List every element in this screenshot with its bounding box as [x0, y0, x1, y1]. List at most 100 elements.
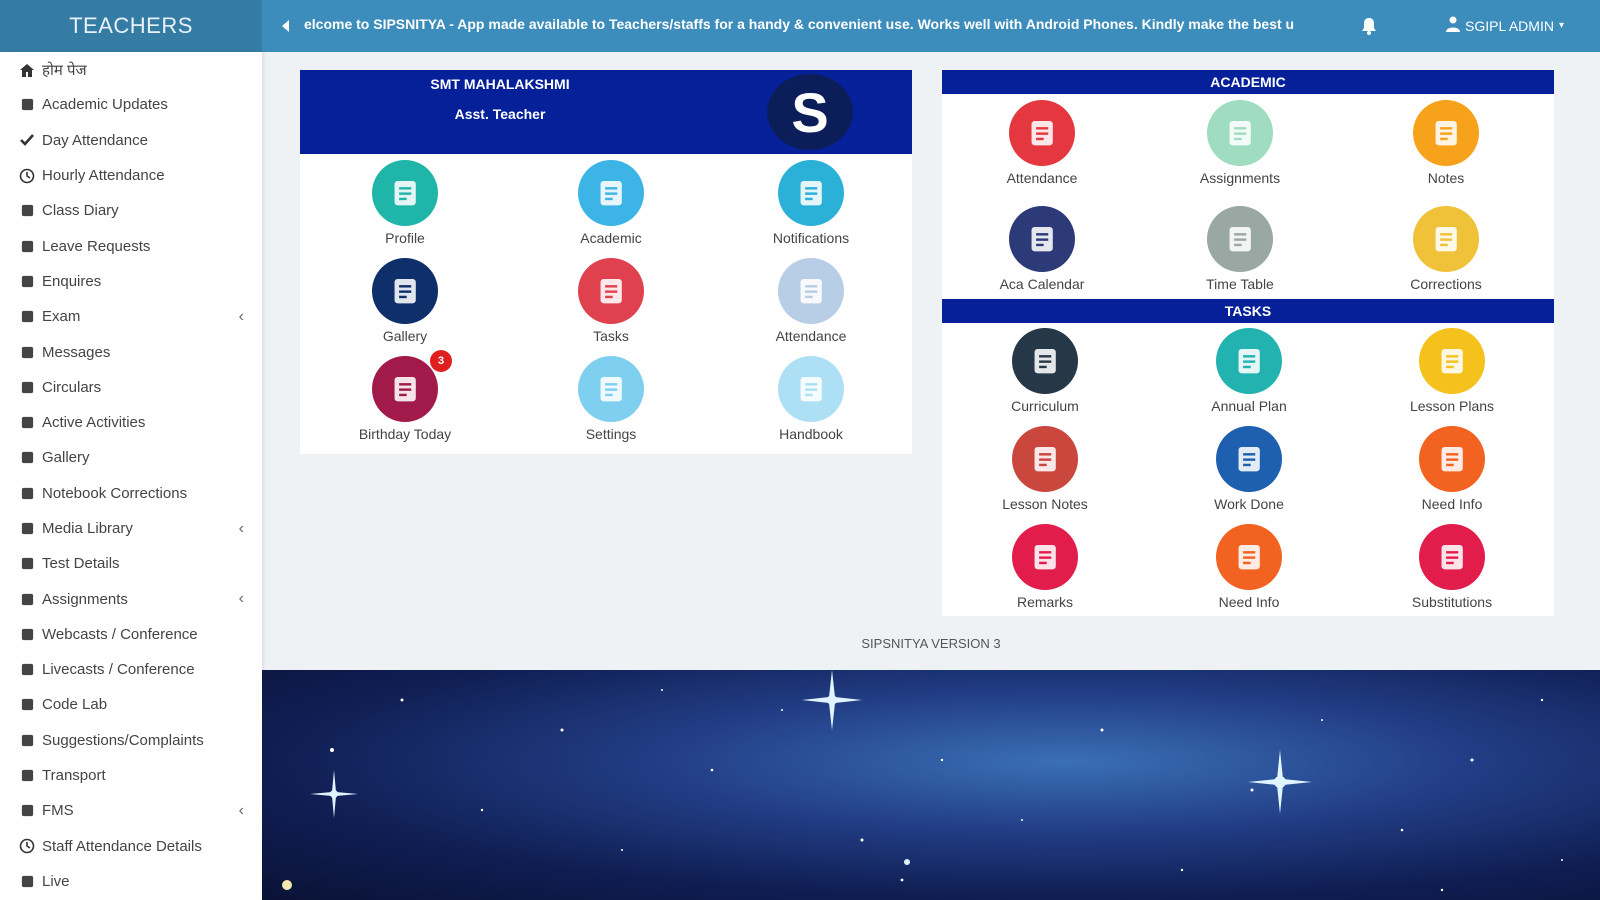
tasks-section-title: TASKS [942, 299, 1554, 323]
sidebar-item-17[interactable]: Livecasts / Conference [0, 652, 262, 687]
bell-icon[interactable] [1360, 16, 1382, 38]
sidebar-item-5[interactable]: Leave Requests [0, 228, 262, 263]
chevron-left-icon: ‹ [238, 801, 244, 819]
tile-icon [1216, 524, 1282, 590]
tile-label: Aca Calendar [999, 276, 1085, 292]
teacher-role: Asst. Teacher [454, 106, 546, 122]
tile-label: Notifications [772, 230, 850, 246]
user-tie-icon [18, 590, 36, 608]
tile-birthday-today[interactable]: 3 Birthday Today [320, 350, 490, 442]
sidebar-item-label: Leave Requests [42, 237, 151, 255]
tile-icon [1012, 328, 1078, 394]
sidebar-item-22[interactable]: Staff Attendance Details [0, 829, 262, 864]
sidebar-item-12[interactable]: Notebook Corrections [0, 476, 262, 511]
sidebar-item-label: Active Activities [42, 414, 146, 432]
tile-label: Lesson Notes [1002, 496, 1088, 512]
sidebar-item-1[interactable]: Academic Updates [0, 87, 262, 122]
sidebar-item-3[interactable]: Hourly Attendance [0, 158, 262, 193]
tile-need-info[interactable]: Need Info [1164, 524, 1334, 610]
tile-substitutions[interactable]: Substitutions [1367, 524, 1537, 610]
sidebar-item-label: Code Lab [42, 696, 108, 714]
link-icon [18, 802, 36, 820]
academic-section-title: ACADEMIC [942, 70, 1554, 94]
tile-label: Time Table [1206, 276, 1274, 292]
tile-aca-calendar[interactable]: Aca Calendar [957, 206, 1127, 292]
sidebar-item-13[interactable]: Media Library ‹ [0, 511, 262, 546]
sidebar-item-10[interactable]: Active Activities [0, 405, 262, 440]
tile-gallery[interactable]: Gallery [320, 258, 490, 344]
user-icon [1446, 16, 1460, 35]
chevron-left-icon: ‹ [238, 590, 244, 608]
tile-assignments[interactable]: Assignments [1155, 100, 1325, 186]
teacher-name: SMT MAHALAKSHMI [430, 76, 570, 92]
tile-need-info[interactable]: Need Info [1367, 426, 1537, 512]
tile-settings[interactable]: Settings [526, 356, 696, 442]
sidebar-item-6[interactable]: Enquires [0, 264, 262, 299]
sidebar-item-9[interactable]: Circulars [0, 370, 262, 405]
sidebar-item-2[interactable]: Day Attendance [0, 123, 262, 158]
tile-work-done[interactable]: Work Done [1164, 426, 1334, 512]
sidebar-item-label: Academic Updates [42, 96, 168, 114]
tile-academic[interactable]: Academic [526, 160, 696, 246]
edit-icon [18, 96, 36, 114]
tile-label: Handbook [779, 426, 843, 442]
user-name: SGIPL ADMIN [1465, 17, 1554, 34]
tile-corrections[interactable]: Corrections [1361, 206, 1531, 292]
globe-icon [18, 625, 36, 643]
sidebar-item-15[interactable]: Assignments ‹ [0, 581, 262, 616]
tile-icon [1413, 100, 1479, 166]
tile-curriculum[interactable]: Curriculum [960, 328, 1130, 414]
tile-label: Birthday Today [358, 426, 452, 442]
tile-handbook[interactable]: Handbook [726, 356, 896, 442]
video-icon [18, 661, 36, 679]
recycle-icon [18, 484, 36, 502]
cart-icon [18, 272, 36, 290]
book-icon [18, 202, 36, 220]
sidebar-item-label: Suggestions/Complaints [42, 731, 204, 749]
tile-icon [578, 258, 644, 324]
sidebar-item-16[interactable]: Webcasts / Conference [0, 617, 262, 652]
sidebar-item-21[interactable]: FMS ‹ [0, 793, 262, 828]
tile-icon [1419, 328, 1485, 394]
announcement-ticker: elcome to SIPSNITYA - App made available… [304, 16, 1295, 32]
sidebar-item-label: Messages [42, 343, 111, 361]
sidebar-item-18[interactable]: Code Lab [0, 687, 262, 722]
sidebar-item-4[interactable]: Class Diary [0, 193, 262, 228]
tile-profile[interactable]: Profile [320, 160, 490, 246]
tile-notes[interactable]: Notes [1361, 100, 1531, 186]
tile-notifications[interactable]: Notifications [726, 160, 896, 246]
tile-icon [1012, 426, 1078, 492]
sidebar-item-20[interactable]: Transport [0, 758, 262, 793]
tile-icon [1413, 206, 1479, 272]
tile-label: Lesson Plans [1409, 398, 1495, 414]
sidebar-item-23[interactable]: Live [0, 864, 262, 899]
sidebar-item-19[interactable]: Suggestions/Complaints [0, 723, 262, 758]
sidebar-item-0[interactable]: होम पेज [0, 52, 262, 87]
sidebar-item-7[interactable]: Exam ‹ [0, 299, 262, 334]
user-menu[interactable]: SGIPL ADMIN ▾ [1446, 16, 1564, 35]
app-brand[interactable]: TEACHERS [0, 0, 262, 52]
tile-tasks[interactable]: Tasks [526, 258, 696, 344]
sidebar-item-14[interactable]: Test Details [0, 546, 262, 581]
tile-attendance[interactable]: Attendance [726, 258, 896, 344]
profile-panel: SMT MAHALAKSHMI Asst. Teacher S Profile A… [300, 70, 912, 454]
tile-icon [578, 356, 644, 422]
tile-time-table[interactable]: Time Table [1155, 206, 1325, 292]
tile-icon [1009, 206, 1075, 272]
chevron-left-icon: ‹ [238, 519, 244, 537]
tile-icon [1207, 206, 1273, 272]
tile-icon [1419, 524, 1485, 590]
tile-attendance[interactable]: Attendance [957, 100, 1127, 186]
tile-remarks[interactable]: Remarks [960, 524, 1130, 610]
sidebar-toggle-icon[interactable] [276, 16, 296, 36]
avatar[interactable]: S [767, 74, 853, 150]
sidebar-item-label: Webcasts / Conference [42, 625, 198, 643]
check-icon [18, 131, 36, 149]
sidebar-item-11[interactable]: Gallery [0, 440, 262, 475]
academic-tasks-panel: ACADEMIC Attendance Assignments Notes Aca C… [942, 70, 1554, 616]
tile-lesson-notes[interactable]: Lesson Notes [960, 426, 1130, 512]
galaxy-banner-image [262, 670, 1600, 900]
tile-annual-plan[interactable]: Annual Plan [1164, 328, 1334, 414]
tile-lesson-plans[interactable]: Lesson Plans [1367, 328, 1537, 414]
sidebar-item-8[interactable]: Messages [0, 334, 262, 369]
